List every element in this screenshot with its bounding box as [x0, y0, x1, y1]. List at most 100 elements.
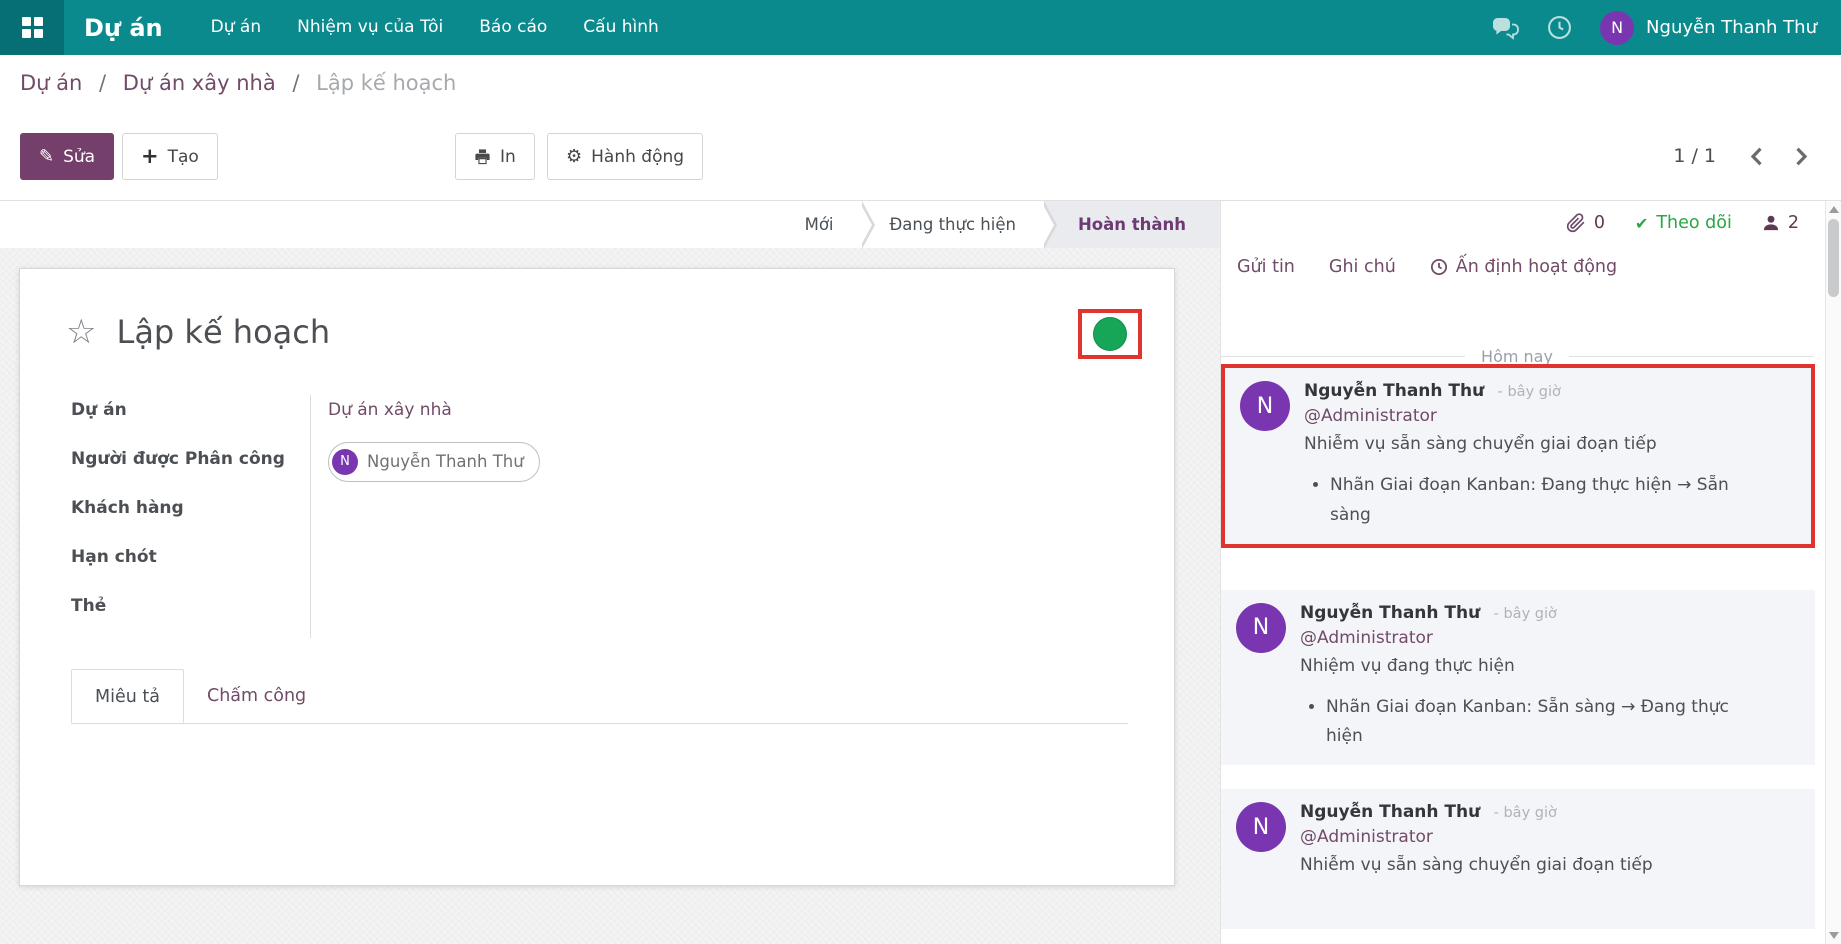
message-avatar: N [1240, 381, 1290, 431]
assignee-name-label: Nguyễn Thanh Thư [367, 445, 524, 479]
message-list: N Nguyễn Thanh Thư - bây giờ @Administra… [1221, 364, 1815, 944]
clock-icon [1430, 258, 1448, 276]
stage-arrow-icon [1044, 201, 1057, 248]
field-label-assignee: Người được Phân công [66, 442, 310, 491]
activities-clock-icon[interactable] [1547, 15, 1572, 40]
apps-menu-button[interactable] [0, 0, 64, 55]
stage-hoan-thanh-label: Hoàn thành [1078, 215, 1186, 234]
stage-moi[interactable]: Mới [777, 201, 862, 248]
message-content: Nguyễn Thanh Thư - bây giờ @Administrato… [1300, 603, 1754, 753]
field-label-tags: Thẻ [66, 589, 310, 638]
tab-mieu-ta[interactable]: Miêu tả [71, 669, 184, 723]
nav-menu-nhiem-vu-cua-toi[interactable]: Nhiệm vụ của Tôi [279, 0, 461, 55]
nav-menu-cau-hinh[interactable]: Cấu hình [565, 0, 677, 55]
user-avatar: N [1600, 11, 1634, 45]
mention-link[interactable]: @Administrator [1304, 406, 1437, 426]
annotation-highlight-box [1078, 309, 1142, 359]
chatter-message: N Nguyễn Thanh Thư - bây giờ @Administra… [1221, 789, 1815, 929]
nav-menu-du-an[interactable]: Dự án [193, 0, 279, 55]
pager-next-button[interactable] [1796, 147, 1808, 166]
task-title: Lập kế hoạch [116, 313, 330, 351]
message-author[interactable]: Nguyễn Thanh Thư [1304, 381, 1484, 401]
attachments-button[interactable]: 0 [1566, 213, 1605, 233]
breadcrumb-separator: / [99, 71, 106, 95]
stage-hoan-thanh-active[interactable]: Hoàn thành [1044, 201, 1220, 248]
field-value-customer[interactable] [310, 491, 1128, 540]
chatter-message: N Nguyễn Thanh Thư - bây giờ @Administra… [1221, 590, 1815, 766]
message-body: Nhiễm vụ sẵn sàng chuyển giai đoạn tiếp [1300, 855, 1653, 875]
attachments-count: 0 [1594, 213, 1605, 233]
field-value-tags[interactable] [310, 589, 1128, 638]
tab-cham-cong[interactable]: Chấm công [184, 669, 329, 723]
assignee-tag[interactable]: N Nguyễn Thanh Thư [328, 442, 540, 482]
mention-link[interactable]: @Administrator [1300, 628, 1433, 648]
stage-dang-thuc-hien[interactable]: Đang thực hiện [862, 201, 1044, 248]
app-brand[interactable]: Dự án [84, 14, 163, 42]
print-button[interactable]: In [455, 133, 535, 180]
navbar-right: N Nguyễn Thanh Thư [1492, 11, 1841, 45]
check-icon: ✔ [1635, 214, 1648, 233]
tracking-value: Nhãn Giai đoạn Kanban: Sẵn sàng → Đang t… [1326, 693, 1754, 753]
sheet-background: ☆ Lập kế hoạch Dự án Dự án xây nhà Người… [0, 248, 1220, 944]
message-time: - bây giờ [1494, 805, 1557, 821]
paperclip-icon [1566, 213, 1586, 233]
stage-dang-thuc-hien-label: Đang thực hiện [890, 215, 1016, 234]
message-avatar: N [1236, 603, 1286, 653]
chatter-topbar: 0 ✔ Theo dõi 2 [1566, 213, 1799, 233]
breadcrumb-du-an[interactable]: Dự án [20, 71, 82, 95]
field-label-customer: Khách hàng [66, 491, 310, 540]
field-value-deadline[interactable] [310, 540, 1128, 589]
tab-gui-tin[interactable]: Gửi tin [1237, 257, 1295, 277]
statusbar-strip: Mới Đang thực hiện Hoàn thành [0, 201, 1220, 248]
followers-button[interactable]: 2 [1762, 213, 1799, 233]
breadcrumb: Dự án / Dự án xây nhà / Lập kế hoạch [20, 71, 456, 95]
action-button-label: Hành động [591, 147, 684, 167]
scrollbar-thumb[interactable] [1828, 219, 1839, 297]
message-time: - bây giờ [1494, 606, 1557, 622]
follow-button[interactable]: ✔ Theo dõi [1635, 213, 1732, 233]
messages-icon[interactable] [1492, 16, 1519, 40]
scrollbar-down-arrow[interactable] [1829, 932, 1839, 939]
edit-button[interactable]: ✎ Sửa [20, 133, 114, 180]
tracking-values: Nhãn Giai đoạn Kanban: Đang thực hiện → … [1304, 471, 1758, 531]
action-button[interactable]: ⚙ Hành động [547, 133, 703, 180]
print-button-label: In [500, 147, 516, 167]
stage-arrow-icon [862, 201, 875, 248]
form-region: Mới Đang thực hiện Hoàn thành ☆ Lập kế h… [0, 201, 1220, 944]
field-value-project-link[interactable]: Dự án xây nhà [328, 400, 452, 420]
followers-count: 2 [1788, 213, 1799, 233]
nav-menu-bao-cao[interactable]: Báo cáo [461, 0, 565, 55]
vertical-scrollbar[interactable] [1825, 201, 1841, 944]
pager-previous-button[interactable] [1750, 147, 1762, 166]
pager-value[interactable]: 1 / 1 [1673, 145, 1716, 167]
star-favorite-icon[interactable]: ☆ [66, 315, 96, 349]
chatter-tabs: Gửi tin Ghi chú Ấn định hoạt động [1237, 257, 1617, 277]
pager: 1 / 1 [1673, 145, 1808, 167]
chatter-panel: 0 ✔ Theo dõi 2 Gửi tin Ghi chú Ấn định h… [1220, 201, 1825, 944]
kanban-state-done-indicator[interactable] [1093, 317, 1127, 351]
tab-an-dinh-hoat-dong[interactable]: Ấn định hoạt động [1430, 257, 1617, 277]
message-author[interactable]: Nguyễn Thanh Thư [1300, 802, 1480, 822]
plus-icon: + [141, 146, 159, 167]
scrollbar-up-arrow[interactable] [1829, 206, 1839, 213]
mention-link[interactable]: @Administrator [1300, 827, 1433, 847]
tab-an-dinh-hoat-dong-label: Ấn định hoạt động [1456, 257, 1617, 277]
title-row: ☆ Lập kế hoạch [66, 313, 1128, 351]
printer-icon [474, 148, 491, 165]
user-menu[interactable]: N Nguyễn Thanh Thư [1600, 11, 1817, 45]
control-panel: Dự án / Dự án xây nhà / Lập kế hoạch ✎ S… [0, 55, 1841, 201]
edit-button-label: Sửa [63, 147, 95, 167]
notebook-tabs: Miêu tả Chấm công [71, 669, 1128, 724]
tab-ghi-chu[interactable]: Ghi chú [1329, 257, 1396, 277]
field-group: Dự án Dự án xây nhà Người được Phân công… [66, 393, 1128, 638]
message-body: Nhiệm vụ đang thực hiện [1300, 656, 1754, 676]
breadcrumb-du-an-xay-nha[interactable]: Dự án xây nhà [123, 71, 276, 95]
chatter-message-highlighted: N Nguyễn Thanh Thư - bây giờ @Administra… [1221, 364, 1815, 548]
tracking-values: Nhãn Giai đoạn Kanban: Sẵn sàng → Đang t… [1300, 693, 1754, 753]
task-form-sheet: ☆ Lập kế hoạch Dự án Dự án xây nhà Người… [19, 268, 1175, 886]
message-time: - bây giờ [1498, 384, 1561, 400]
message-author[interactable]: Nguyễn Thanh Thư [1300, 603, 1480, 623]
create-button[interactable]: + Tạo [122, 133, 218, 180]
stage-moi-label: Mới [805, 215, 834, 234]
apps-grid-icon [22, 17, 43, 38]
